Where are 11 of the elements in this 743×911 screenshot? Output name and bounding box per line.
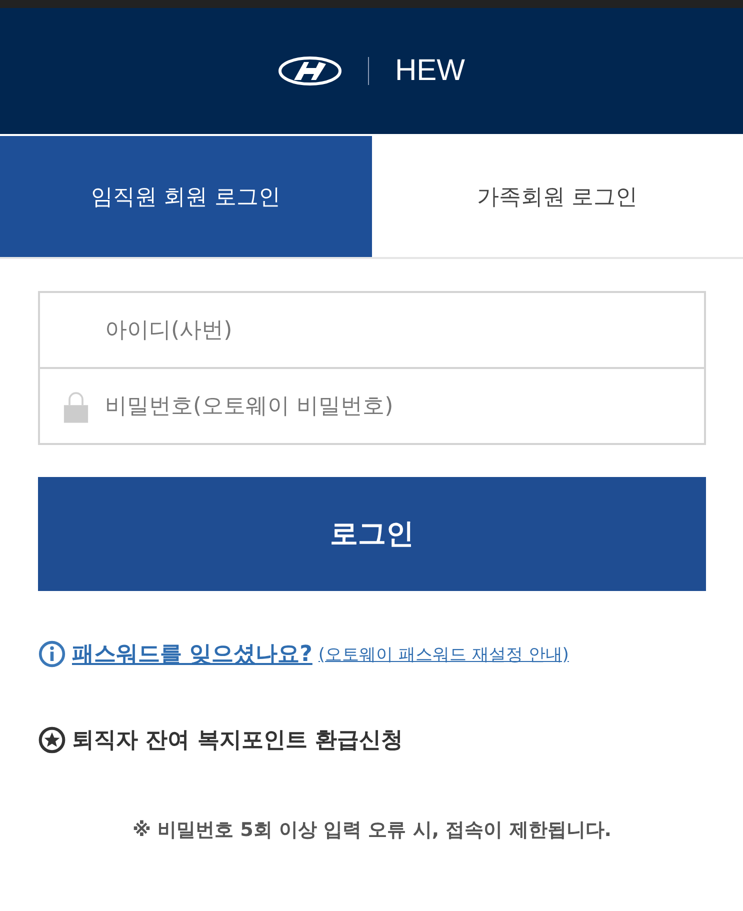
forgot-password-link[interactable]: 패스워드를 잊으셨나요? — [72, 639, 312, 669]
brand-name: HEW — [395, 54, 465, 88]
refund-link[interactable]: 퇴직자 잔여 복지포인트 환급신청 — [72, 725, 403, 755]
password-field[interactable]: 비밀번호(오토웨이 비밀번호) — [38, 369, 706, 445]
car-logo-icon — [278, 56, 342, 86]
id-field[interactable]: 아이디(사번) — [38, 291, 706, 369]
info-icon — [38, 640, 66, 668]
reset-guide-link[interactable]: (오토웨이 패스워드 재설정 안내) — [318, 642, 569, 666]
login-button[interactable]: 로그인 — [38, 477, 706, 591]
notice-text: ※ 비밀번호 5회 이상 입력 오류 시, 접속이 제한됩니다. — [131, 818, 613, 843]
login-tab[interactable]: 임직원 회원 로그인 — [0, 136, 372, 257]
